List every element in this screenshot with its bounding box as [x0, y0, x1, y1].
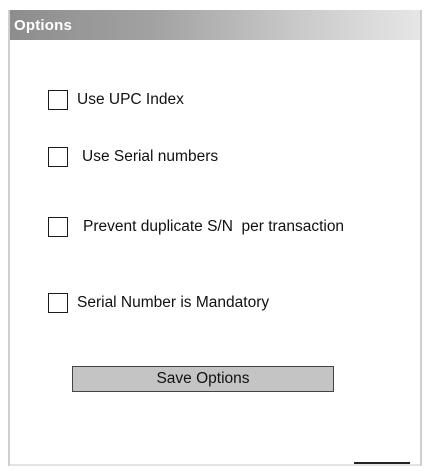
prevent-duplicate-sn-option[interactable]: Prevent duplicate S/N per transaction — [48, 217, 344, 237]
use-upc-index-option[interactable]: Use UPC Index — [48, 90, 184, 110]
panel-titlebar: Options — [10, 10, 420, 40]
use-serial-numbers-label: Use Serial numbers — [82, 148, 219, 165]
use-serial-numbers-option[interactable]: Use Serial numbers — [48, 147, 218, 167]
prevent-duplicate-sn-label: Prevent duplicate S/N per transaction — [83, 218, 345, 235]
panel-bottom-edge — [10, 464, 420, 466]
use-upc-index-label: Use UPC Index — [77, 91, 184, 108]
serial-number-mandatory-label: Serial Number is Mandatory — [77, 294, 270, 311]
prevent-duplicate-sn-checkbox[interactable] — [48, 217, 68, 237]
options-panel: Options Use UPC Index Use Serial numbers… — [8, 10, 422, 466]
panel-title: Options — [14, 16, 73, 34]
serial-number-mandatory-option[interactable]: Serial Number is Mandatory — [48, 293, 269, 313]
serial-number-mandatory-checkbox[interactable] — [48, 293, 68, 313]
save-options-button[interactable]: Save Options — [72, 366, 334, 392]
panel-bottom-mark — [354, 462, 410, 464]
use-serial-numbers-checkbox[interactable] — [48, 147, 68, 167]
use-upc-index-checkbox[interactable] — [48, 90, 68, 110]
